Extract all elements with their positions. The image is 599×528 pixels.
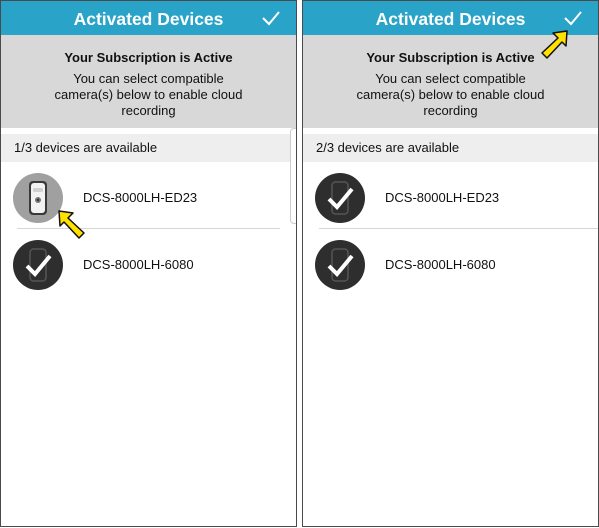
device-name: DCS-8000LH-6080 [385,257,496,272]
selected-check-icon [315,173,365,223]
checkmark-icon[interactable] [562,7,584,29]
available-count: 2/3 devices are available [303,134,598,162]
camera-icon [13,173,63,223]
selected-check-icon [13,240,63,290]
device-row[interactable]: DCS-8000LH-ED23 [303,165,598,227]
checkmark-icon[interactable] [260,7,282,29]
device-row[interactable]: DCS-8000LH-6080 [303,232,598,294]
page-title: Activated Devices [73,9,224,29]
divider [319,228,598,229]
pointer-arrow-icon [58,210,85,239]
device-row[interactable]: DCS-8000LH-6080 [1,232,296,294]
subscription-title: Your Subscription is Active [64,50,233,65]
selected-check-icon [315,240,365,290]
available-count: 1/3 devices are available [1,134,296,162]
device-name: DCS-8000LH-ED23 [83,190,198,205]
device-name: DCS-8000LH-ED23 [385,190,500,205]
device-name: DCS-8000LH-6080 [83,257,194,272]
subscription-banner: Your Subscription is Active You can sele… [1,35,296,128]
subscription-description: You can select compatible camera(s) belo… [54,71,243,118]
app-bar: Activated Devices [1,1,296,35]
right-panel: Activated Devices Your Subscription is A… [302,0,599,527]
device-row[interactable]: DCS-8000LH-ED23 [1,165,296,227]
pointer-arrow-icon [541,30,568,59]
subscription-description: You can select compatible camera(s) belo… [356,71,545,118]
left-panel: Activated Devices Your Subscription is A… [0,0,297,527]
scrollbar[interactable] [290,128,296,224]
